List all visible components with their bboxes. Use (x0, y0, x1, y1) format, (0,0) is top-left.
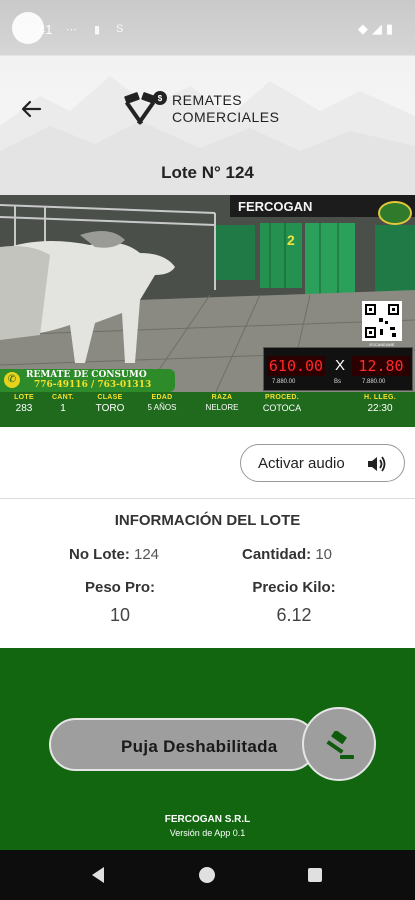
status-time: 41 (38, 22, 53, 37)
sponsor-badge-icon (378, 201, 412, 225)
ticker-label: H. LLEG. (364, 394, 396, 401)
info-cantidad: Cantidad: 10 (242, 546, 332, 563)
ticker-label: CANT. (51, 394, 75, 401)
phone-icon: ✆ (4, 372, 20, 388)
cantidad-label: Cantidad: (242, 546, 312, 563)
ticker-value: 283 (15, 403, 33, 414)
gavel-icon (326, 731, 354, 759)
qr-code-icon (362, 301, 402, 341)
price-currency: Bs (334, 379, 342, 385)
sponsor-text: FERCOGAN (238, 199, 312, 214)
speaker-icon (368, 456, 386, 472)
ticker-label: EDAD (151, 394, 173, 401)
ticker-value: 5 AÑOS (147, 403, 177, 412)
company-name: FERCOGAN S.R.L (164, 814, 251, 825)
wifi-icon: ◆ (357, 21, 372, 36)
ticker-label: LOTE (14, 394, 34, 401)
ticker-hlleg: H. LLEG. 22:30 (350, 394, 410, 414)
activate-audio-button[interactable]: Activar audio (240, 444, 405, 482)
price-multiplier: X (335, 357, 346, 374)
signal-icon: ◢ (371, 21, 386, 36)
gate-number: 2 (287, 232, 295, 248)
ticker-value: NELORE (205, 403, 239, 412)
ticker-lote: LOTE 283 (4, 394, 44, 414)
info-no-lote: No Lote: 124 (69, 546, 159, 563)
status-bar: 41 ⋯ ▮ S ◆◢▮ (0, 0, 415, 56)
info-precio: Precio Kilo: 6.12 (234, 579, 354, 626)
precio-label: Precio Kilo: (252, 579, 336, 596)
ticker-label: RAZA (211, 394, 233, 401)
info-section-title: INFORMACIÓN DEL LOTE (114, 512, 301, 529)
remate-banner: ✆ REMATE DE CONSUMO 776-49116 / 763-0131… (0, 369, 175, 392)
lot-ticker: LOTE 283 CANT. 1 CLASE TORO EDAD 5 AÑOS … (0, 392, 415, 427)
precio-value: 6.12 (276, 605, 312, 625)
price-display: 610.00 X 12.80 7.880.00 Bs 7.880.00 (263, 347, 413, 391)
ticker-edad: EDAD 5 AÑOS (138, 394, 186, 412)
nav-home-icon[interactable] (199, 867, 215, 883)
price-right: 12.80 (352, 356, 410, 376)
audio-button-label: Activar audio (258, 455, 345, 472)
peso-label: Peso Pro: (84, 579, 156, 596)
auction-logo-icon: $ (124, 91, 167, 125)
price-right-sub: 7.880.00 (362, 379, 386, 385)
peso-value: 10 (109, 605, 131, 625)
ticker-proced: PROCED. COTOCA (252, 394, 312, 413)
banner-phones: 776-49116 / 763-01313 (34, 380, 152, 390)
gavel-circle (308, 713, 370, 775)
bid-button-label: Puja Deshabilitada (121, 737, 278, 756)
app-version: Versión de App 0.1 (169, 828, 246, 838)
back-arrow-icon[interactable] (18, 97, 46, 121)
storage-icon: S (116, 23, 124, 35)
nav-recents-icon[interactable] (308, 868, 322, 882)
sim-icon: ▮ (94, 24, 101, 36)
ticker-label: CLASE (97, 394, 123, 401)
ticker-value: COTOCA (262, 403, 302, 413)
price-left-sub: 7.880.00 (272, 379, 296, 385)
no-lote-label: No Lote: (69, 546, 130, 563)
brand-line-2: COMERCIALES (172, 109, 280, 125)
navigation-bar (0, 850, 415, 900)
nav-back-icon[interactable] (90, 866, 106, 884)
bid-gavel-button[interactable] (302, 707, 376, 781)
section-divider (0, 498, 415, 499)
page-title: Lote N° 124 (161, 163, 254, 182)
ticker-cant: CANT. 1 (44, 394, 82, 414)
bid-button[interactable]: Puja Deshabilitada (49, 718, 317, 771)
info-peso: Peso Pro: 10 (60, 579, 180, 626)
notification-icon: ⋯ (66, 24, 77, 36)
brand-name: REMATES COMERCIALES (172, 92, 279, 126)
brand-line-1: REMATES (172, 92, 243, 108)
cantidad-value: 10 (315, 546, 333, 563)
live-video-feed[interactable]: 2 FERCOGAN ESCANEAME 610.00 X 12.80 7.88… (0, 195, 415, 427)
system-icons: ◆◢▮ (358, 21, 397, 37)
svg-text:$: $ (158, 94, 163, 103)
banner-title: REMATE DE CONSUMO (26, 370, 147, 380)
price-left: 610.00 (267, 356, 325, 376)
ticker-value: 1 (60, 403, 66, 414)
ticker-label: PROCED. (265, 394, 299, 401)
ticker-raza: RAZA NELORE (198, 394, 246, 412)
no-lote-value: 124 (134, 546, 160, 563)
ticker-value: TORO (95, 403, 125, 414)
ticker-clase: CLASE TORO (86, 394, 134, 414)
ticker-value: 22:30 (367, 403, 393, 414)
battery-icon: ▮ (385, 21, 397, 36)
